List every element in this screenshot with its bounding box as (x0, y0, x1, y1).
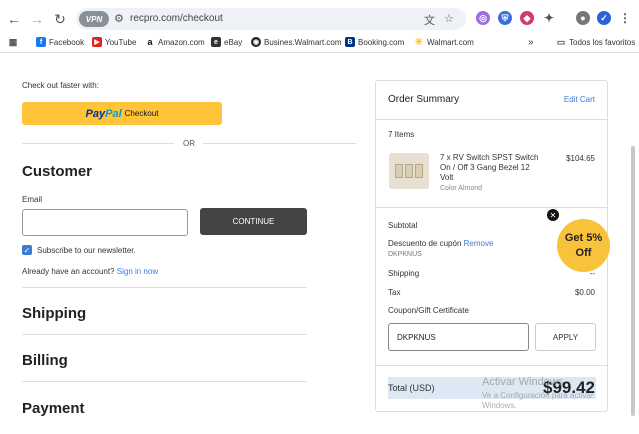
extension-icon[interactable]: ◎ (476, 11, 490, 25)
payment-heading[interactable]: Payment (22, 400, 85, 417)
shipping-label: Shipping (388, 269, 420, 278)
more-bookmarks-button[interactable]: » (528, 37, 534, 48)
tax-label: Tax (388, 288, 401, 297)
paypal-checkout-label: Checkout (124, 109, 159, 118)
back-arrow-icon[interactable]: ← (4, 9, 24, 29)
sign-in-link[interactable]: Sign in now (117, 267, 158, 276)
bookmark-youtube[interactable]: ▶ YouTube (92, 37, 136, 47)
facebook-icon: f (36, 37, 46, 47)
billing-heading[interactable]: Billing (22, 352, 68, 369)
bookmark-amazon[interactable]: a Amazon.com (145, 37, 204, 47)
promo-line2: Off (575, 246, 592, 259)
coupon-gift-link[interactable]: Coupon/Gift Certificate (388, 306, 469, 315)
summary-divider (376, 365, 607, 366)
promo-discount-bubble[interactable]: Get 5% Off (557, 219, 610, 272)
amazon-icon: a (147, 37, 153, 47)
bookmark-ebay[interactable]: e eBay (211, 37, 242, 47)
discount-code: DKPKNUS (388, 251, 422, 258)
youtube-icon: ▶ (92, 37, 102, 47)
apply-coupon-button[interactable]: APPLY (535, 323, 596, 351)
account-prompt: Already have an account? Sign in now (22, 267, 159, 276)
edit-cart-link[interactable]: Edit Cart (564, 95, 595, 104)
business-icon: ◉ (251, 37, 261, 47)
email-field[interactable] (22, 209, 188, 236)
or-divider-left (22, 143, 174, 144)
translate-icon[interactable]: 文 (424, 12, 435, 28)
menu-kebab-icon[interactable]: ⋮ (618, 11, 632, 25)
order-summary-title: Order Summary (388, 94, 460, 105)
promo-close-icon[interactable]: ✕ (547, 209, 559, 221)
promo-line1: Get 5% (564, 232, 603, 245)
or-divider-right (203, 143, 356, 144)
vpn-badge[interactable]: VPN (79, 11, 109, 27)
booking-icon: B (345, 37, 355, 47)
browser-toolbar: ← → ↻ VPN ⚙ recpro.com/checkout 文 ☆ ◎ ⛨ … (0, 0, 639, 36)
ebay-icon: e (211, 37, 221, 47)
or-label: OR (183, 139, 195, 148)
subscribe-label: Subscribe to our newsletter. (37, 246, 136, 255)
chrome-divider (0, 52, 639, 53)
product-price: $104.65 (566, 154, 595, 163)
bookmark-booking[interactable]: B Booking.com (345, 37, 404, 47)
page-scrollbar[interactable] (631, 146, 635, 416)
reload-icon[interactable]: ↻ (50, 9, 70, 29)
security-shield-icon[interactable]: ✓ (597, 11, 611, 25)
subscribe-checkbox[interactable]: ✓ (22, 245, 32, 255)
items-count: 7 Items (388, 130, 415, 139)
coupon-input[interactable]: DKPKNUS (388, 323, 529, 351)
shield-extension-icon[interactable]: ⛨ (498, 11, 512, 25)
product-name: 7 x RV Switch SPST Switch On / Off 3 Gan… (440, 153, 539, 182)
extension-icon[interactable]: ◆ (520, 11, 534, 25)
section-divider (22, 287, 307, 288)
apps-grid-icon[interactable]: ▦ (8, 37, 18, 47)
folder-icon: ▭ (556, 36, 566, 47)
windows-watermark-title: Activar Windows (482, 376, 564, 388)
site-settings-icon[interactable]: ⚙ (114, 12, 124, 25)
customer-heading: Customer (22, 163, 93, 180)
total-label: Total (USD) (388, 383, 435, 393)
subtotal-label: Subtotal (388, 221, 418, 230)
product-variant: Color Almond (440, 185, 483, 192)
puzzle-icon[interactable]: ✦ (542, 11, 556, 25)
bookmark-walmart[interactable]: ✳ Walmart.com (414, 36, 474, 48)
bookmark-business-walmart[interactable]: ◉ Busines.Walmart.com (251, 37, 342, 47)
windows-watermark-subtitle: Ve a Configuración para activar Windows. (482, 391, 594, 411)
email-label: Email (22, 195, 43, 204)
section-divider (22, 381, 307, 382)
section-divider (22, 334, 307, 335)
walmart-spark-icon: ✳ (414, 36, 424, 48)
bookmark-star-icon[interactable]: ☆ (444, 12, 454, 25)
summary-divider (376, 119, 607, 120)
forward-arrow-icon[interactable]: → (27, 9, 47, 29)
paypal-brand-pal: Pal (105, 107, 122, 120)
shipping-heading[interactable]: Shipping (22, 305, 86, 322)
paypal-brand-pay: Pay (85, 107, 106, 120)
discount-label-row: Descuento de cupón Remove (388, 239, 494, 248)
address-bar[interactable]: VPN ⚙ recpro.com/checkout 文 ☆ (76, 8, 466, 30)
tax-value: $0.00 (574, 288, 595, 297)
summary-divider (376, 207, 607, 208)
remove-coupon-link[interactable]: Remove (464, 239, 494, 248)
profile-avatar-icon[interactable]: ● (576, 11, 590, 25)
product-thumbnail (389, 153, 429, 189)
paypal-checkout-button[interactable]: Pay Pal Checkout (22, 102, 222, 125)
bookmark-facebook[interactable]: f Facebook (36, 37, 84, 47)
all-bookmarks-folder[interactable]: ▭ Todos los favoritos (556, 36, 636, 47)
continue-button[interactable]: CONTINUE (200, 208, 307, 235)
checkout-faster-label: Check out faster with: (22, 81, 99, 90)
url-text[interactable]: recpro.com/checkout (130, 13, 223, 24)
